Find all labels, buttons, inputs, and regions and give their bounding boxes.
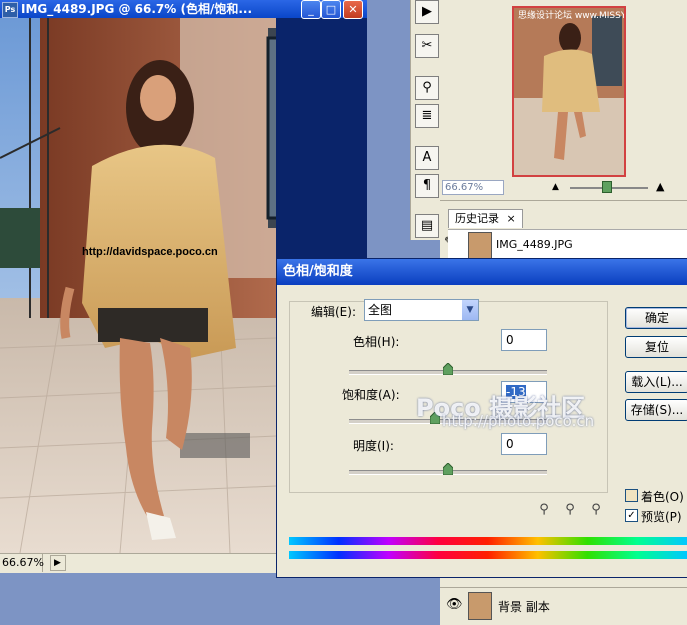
saturation-label: 饱和度(A):	[342, 388, 400, 402]
minimize-button[interactable]: _	[301, 0, 321, 19]
history-tab-label: 历史记录	[455, 212, 499, 225]
maximize-button[interactable]: □	[321, 0, 341, 19]
script-icon[interactable]: ≣	[415, 104, 439, 128]
edit-label: 编辑(E):	[311, 305, 356, 319]
tab-history[interactable]: 历史记录 ×	[448, 209, 523, 228]
reset-button[interactable]: 复位	[625, 336, 687, 358]
dialog-titlebar[interactable]: 色相/饱和度	[277, 259, 687, 285]
status-menu-icon[interactable]: ▶	[49, 555, 66, 571]
eyedropper-plus-icon[interactable]: ⚲	[562, 502, 578, 518]
edit-dropdown-value: 全图	[368, 303, 393, 317]
history-tab-close-icon[interactable]: ×	[507, 212, 516, 225]
character-icon[interactable]: A	[415, 146, 439, 170]
layer-name: 背景 副本	[498, 600, 550, 614]
tools-icon[interactable]: ✂	[415, 34, 439, 58]
document-statusbar: 66.67% ▶	[0, 553, 276, 573]
load-button[interactable]: 载入(L)...	[625, 371, 687, 393]
photo-image: http://davidspace.poco.cn	[0, 18, 276, 553]
eyedropper-minus-icon[interactable]: ⚲	[588, 502, 604, 518]
edit-dropdown[interactable]: 全图 ▼	[364, 299, 479, 321]
navigator-thumbnail[interactable]: 思缘设计论坛 www.MISSYUAN.COM	[512, 6, 626, 177]
preview-checkbox[interactable]: ✓	[625, 509, 638, 522]
lightness-label: 明度(I):	[353, 439, 394, 453]
photo-watermark-url: http://davidspace.poco.cn	[82, 246, 218, 258]
layer-row[interactable]: 👁 背景 副本	[440, 587, 687, 622]
tool-strip: ▶ ✂ ⚲ ≣ A ¶ ▤	[410, 0, 441, 240]
zoom-readout[interactable]: 66.67%	[0, 554, 44, 572]
preview-label: 预览(P)	[641, 510, 682, 524]
close-button[interactable]: ✕	[343, 0, 363, 19]
document-title: IMG_4489.JPG @ 66.7% (色相/饱和...	[21, 2, 253, 16]
hue-input[interactable]: 0	[501, 329, 547, 351]
layer-thumbnail	[468, 592, 492, 620]
navigator-zoom-field[interactable]: 66.67%	[442, 180, 504, 195]
history-snapshot-name: IMG_4489.JPG	[496, 238, 573, 251]
poco-watermark-url: http://photo.poco.cn	[442, 412, 595, 430]
lightness-slider-thumb[interactable]	[443, 463, 453, 475]
lightness-input[interactable]: 0	[501, 433, 547, 455]
colorize-checkbox[interactable]	[625, 489, 638, 502]
tool-presets-icon[interactable]: ▤	[415, 214, 439, 238]
navigator-panel: 思缘设计论坛 www.MISSYUAN.COM 66.67% ▲ ▲	[440, 0, 687, 200]
history-snapshot-thumbnail	[468, 232, 492, 260]
ok-button[interactable]: 确定	[625, 307, 687, 329]
zoom-out-icon[interactable]: ▲	[552, 182, 559, 192]
play-action-icon[interactable]: ▶	[415, 0, 439, 24]
layer-visibility-eye-icon[interactable]: 👁	[446, 597, 463, 612]
usb-icon[interactable]: ⚲	[415, 76, 439, 100]
hue-value: 0	[506, 333, 514, 347]
input-color-spectrum	[289, 537, 687, 545]
colorize-label: 着色(O)	[641, 490, 684, 504]
hue-label: 色相(H):	[353, 335, 400, 349]
navigator-watermark: 思缘设计论坛 www.MISSYUAN.COM	[518, 9, 624, 21]
zoom-in-icon[interactable]: ▲	[656, 180, 664, 193]
navigator-zoom-thumb[interactable]	[602, 181, 612, 193]
photoshop-app-icon: Ps	[2, 2, 18, 18]
lightness-value: 0	[506, 437, 514, 451]
photo-canvas[interactable]: http://davidspace.poco.cn	[0, 18, 276, 553]
history-snapshot-row[interactable]: IMG_4489.JPG	[448, 229, 687, 261]
navigator-thumbnail-image: 思缘设计论坛 www.MISSYUAN.COM	[514, 8, 624, 175]
eyedropper-icon[interactable]: ⚲	[536, 502, 552, 518]
output-color-spectrum	[289, 551, 687, 559]
save-button[interactable]: 存储(S)...	[625, 399, 687, 421]
paragraph-icon[interactable]: ¶	[415, 174, 439, 198]
chevron-down-icon[interactable]: ▼	[462, 300, 478, 320]
hue-slider-thumb[interactable]	[443, 363, 453, 375]
